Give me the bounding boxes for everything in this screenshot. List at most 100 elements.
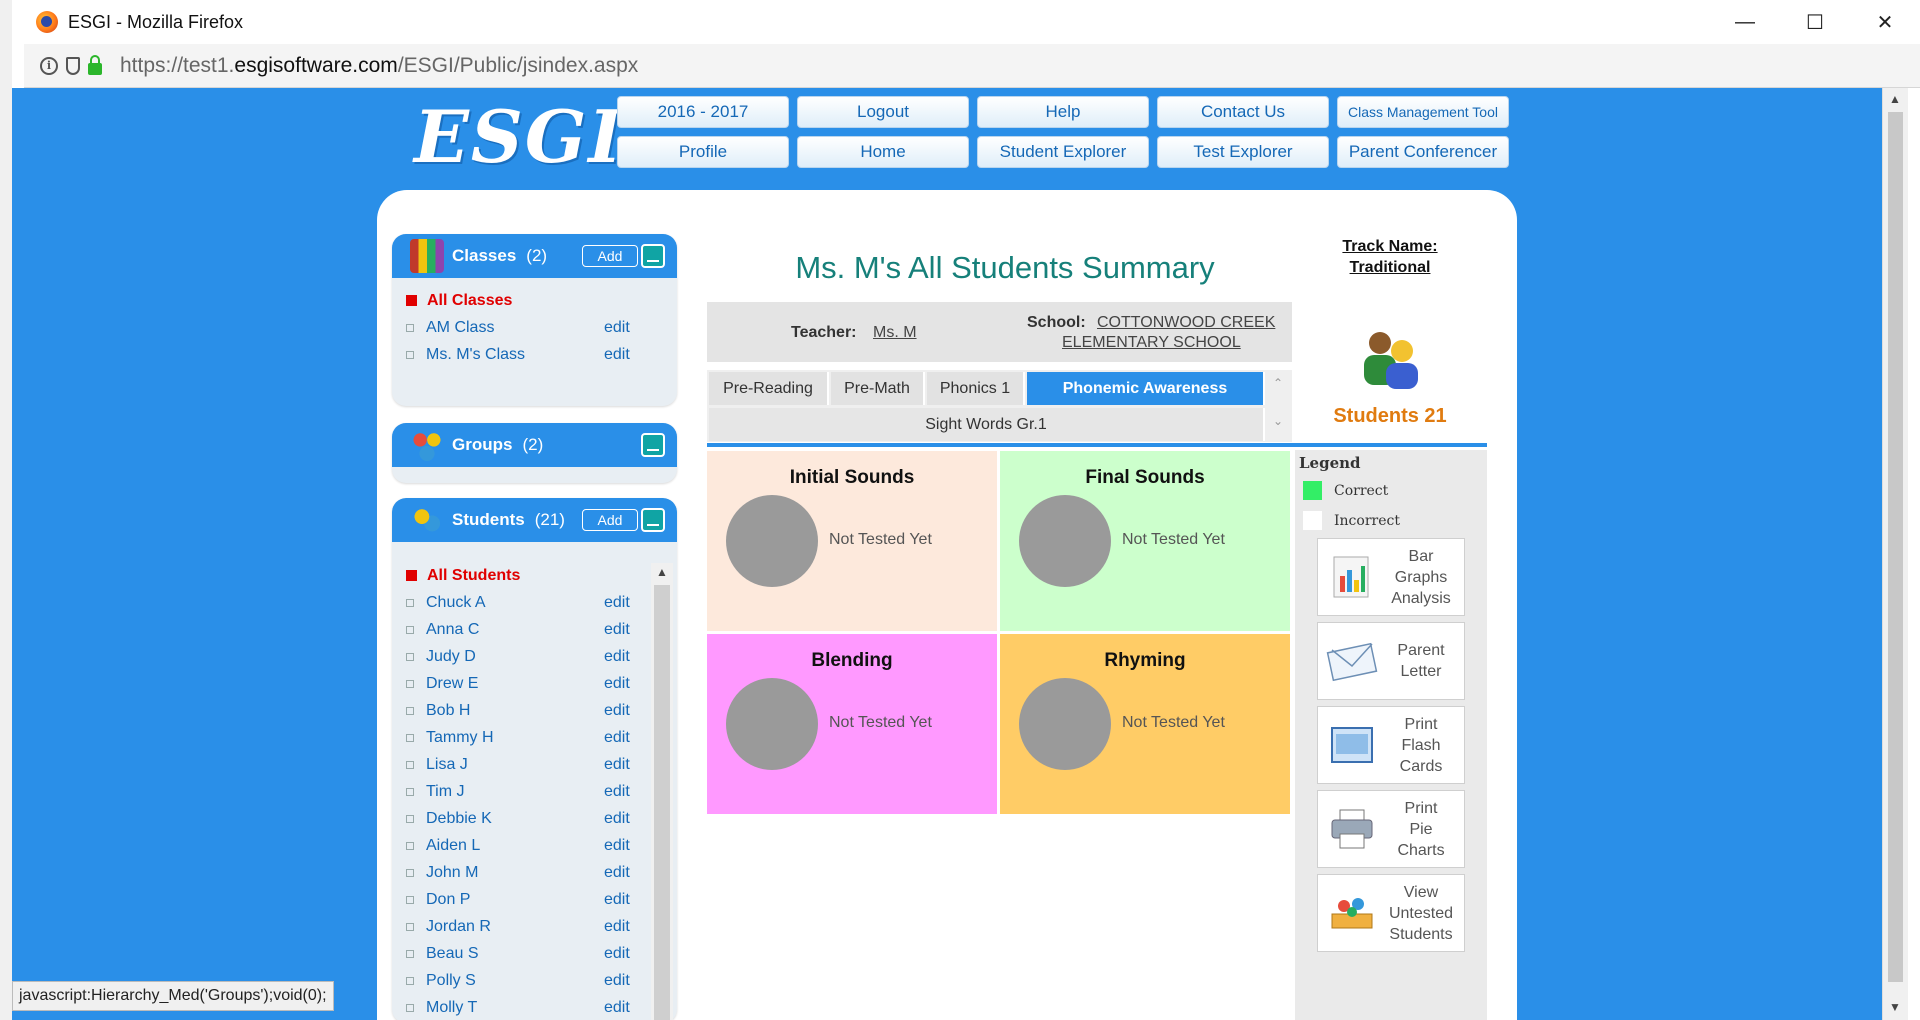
student-item[interactable]: Tim J edit: [392, 778, 657, 805]
students-minimize-button[interactable]: [641, 508, 665, 532]
groups-title[interactable]: Groups: [452, 435, 512, 455]
student-item[interactable]: Drew E edit: [392, 670, 657, 697]
close-button[interactable]: ✕: [1850, 0, 1920, 44]
student-item[interactable]: Tammy H edit: [392, 724, 657, 751]
maximize-button[interactable]: ☐: [1780, 0, 1850, 44]
minimize-button[interactable]: —: [1710, 0, 1780, 44]
url-bar[interactable]: i https://test1.esgisoftware.com/ESGI/Pu…: [24, 44, 1920, 88]
esgi-logo[interactable]: ESGI: [414, 94, 624, 179]
class-name[interactable]: AM Class: [426, 319, 494, 337]
student-edit-link[interactable]: edit: [604, 648, 630, 666]
student-name[interactable]: Don P: [426, 891, 470, 909]
student-edit-link[interactable]: edit: [604, 972, 630, 990]
student-item[interactable]: Aiden L edit: [392, 832, 657, 859]
classes-minimize-button[interactable]: [641, 244, 665, 268]
student-edit-link[interactable]: edit: [604, 918, 630, 936]
student-name[interactable]: Chuck A: [426, 594, 486, 612]
student-edit-link[interactable]: edit: [604, 621, 630, 639]
tab-sight-words[interactable]: Sight Words Gr.1: [709, 408, 1265, 441]
rhyming-cell[interactable]: Rhyming Not Tested Yet: [1000, 634, 1290, 814]
student-edit-link[interactable]: edit: [604, 729, 630, 747]
student-edit-link[interactable]: edit: [604, 783, 630, 801]
class-edit-link[interactable]: edit: [604, 319, 630, 337]
final-sounds-cell[interactable]: Final Sounds Not Tested Yet: [1000, 451, 1290, 631]
student-item[interactable]: Molly T edit: [392, 994, 657, 1020]
student-name[interactable]: Jordan R: [426, 918, 491, 936]
lock-icon[interactable]: [88, 54, 102, 75]
student-edit-link[interactable]: edit: [604, 675, 630, 693]
tab-pre-reading[interactable]: Pre-Reading: [709, 372, 829, 405]
class-name[interactable]: Ms. M's Class: [426, 346, 525, 364]
scroll-down-icon[interactable]: ▼: [1889, 1000, 1901, 1014]
nav-help-button[interactable]: Help: [977, 96, 1149, 128]
page-scrollbar[interactable]: ▲ ▼: [1882, 88, 1908, 1020]
student-name[interactable]: Anna C: [426, 621, 479, 639]
student-name[interactable]: Drew E: [426, 675, 478, 693]
student-edit-link[interactable]: edit: [604, 756, 630, 774]
tab-pre-math[interactable]: Pre-Math: [831, 372, 925, 405]
school-link-line2[interactable]: ELEMENTARY SCHOOL: [1062, 334, 1241, 352]
nav-profile-button[interactable]: Profile: [617, 136, 789, 168]
student-edit-link[interactable]: edit: [604, 837, 630, 855]
info-icon[interactable]: i: [40, 56, 58, 75]
scroll-thumb[interactable]: [654, 585, 670, 1020]
student-item[interactable]: Polly S edit: [392, 967, 657, 994]
student-edit-link[interactable]: edit: [604, 864, 630, 882]
nav-logout-button[interactable]: Logout: [797, 96, 969, 128]
tab-phonemic-awareness[interactable]: Phonemic Awareness: [1027, 372, 1265, 405]
scroll-up-icon[interactable]: ▲: [656, 565, 668, 579]
student-name[interactable]: Bob H: [426, 702, 470, 720]
student-item[interactable]: Judy D edit: [392, 643, 657, 670]
nav-home-button[interactable]: Home: [797, 136, 969, 168]
student-name[interactable]: Debbie K: [426, 810, 492, 828]
student-name[interactable]: Aiden L: [426, 837, 480, 855]
initial-sounds-cell[interactable]: Initial Sounds Not Tested Yet: [707, 451, 997, 631]
nav-contact-button[interactable]: Contact Us: [1157, 96, 1329, 128]
scroll-up-icon[interactable]: ▲: [1889, 92, 1901, 106]
student-edit-link[interactable]: edit: [604, 594, 630, 612]
pie-chart-placeholder[interactable]: [1019, 678, 1111, 770]
add-student-button[interactable]: Add: [582, 509, 638, 531]
print-pie-charts-button[interactable]: Print Pie Charts: [1317, 790, 1465, 868]
bar-graphs-button[interactable]: Bar Graphs Analysis: [1317, 538, 1465, 616]
students-scrollbar[interactable]: ▲: [651, 563, 673, 1020]
student-item[interactable]: John M edit: [392, 859, 657, 886]
all-students-item[interactable]: All Students: [392, 562, 657, 589]
pie-chart-placeholder[interactable]: [726, 678, 818, 770]
student-item[interactable]: Beau S edit: [392, 940, 657, 967]
student-edit-link[interactable]: edit: [604, 810, 630, 828]
add-class-button[interactable]: Add: [582, 245, 638, 267]
student-name[interactable]: Molly T: [426, 999, 477, 1017]
student-edit-link[interactable]: edit: [604, 702, 630, 720]
nav-student-explorer-button[interactable]: Student Explorer: [977, 136, 1149, 168]
nav-parent-conferencer-button[interactable]: Parent Conferencer: [1337, 136, 1509, 168]
student-name[interactable]: Tim J: [426, 783, 465, 801]
school-link-line1[interactable]: COTTONWOOD CREEK: [1097, 314, 1275, 332]
student-item[interactable]: Anna C edit: [392, 616, 657, 643]
all-classes-item[interactable]: All Classes: [392, 287, 677, 314]
student-edit-link[interactable]: edit: [604, 999, 630, 1017]
student-edit-link[interactable]: edit: [604, 891, 630, 909]
class-item[interactable]: AM Class edit: [392, 314, 677, 341]
track-name[interactable]: Track Name: Traditional: [1320, 236, 1460, 278]
print-flash-cards-button[interactable]: Print Flash Cards: [1317, 706, 1465, 784]
blending-cell[interactable]: Blending Not Tested Yet: [707, 634, 997, 814]
url-text[interactable]: https://test1.esgisoftware.com/ESGI/Publ…: [120, 54, 638, 78]
pie-chart-placeholder[interactable]: [726, 495, 818, 587]
student-name[interactable]: Polly S: [426, 972, 476, 990]
student-name[interactable]: John M: [426, 864, 478, 882]
parent-letter-button[interactable]: Parent Letter: [1317, 622, 1465, 700]
groups-expand-button[interactable]: [641, 433, 665, 457]
nav-year-button[interactable]: 2016 - 2017: [617, 96, 789, 128]
student-name[interactable]: Lisa J: [426, 756, 468, 774]
student-item[interactable]: Jordan R edit: [392, 913, 657, 940]
student-name[interactable]: Beau S: [426, 945, 478, 963]
tab-phonics-1[interactable]: Phonics 1: [927, 372, 1025, 405]
student-name[interactable]: Judy D: [426, 648, 476, 666]
student-item[interactable]: Don P edit: [392, 886, 657, 913]
student-item[interactable]: Chuck A edit: [392, 589, 657, 616]
student-edit-link[interactable]: edit: [604, 945, 630, 963]
student-item[interactable]: Debbie K edit: [392, 805, 657, 832]
tabs-scroll-down-icon[interactable]: ⌄: [1273, 414, 1283, 428]
nav-test-explorer-button[interactable]: Test Explorer: [1157, 136, 1329, 168]
